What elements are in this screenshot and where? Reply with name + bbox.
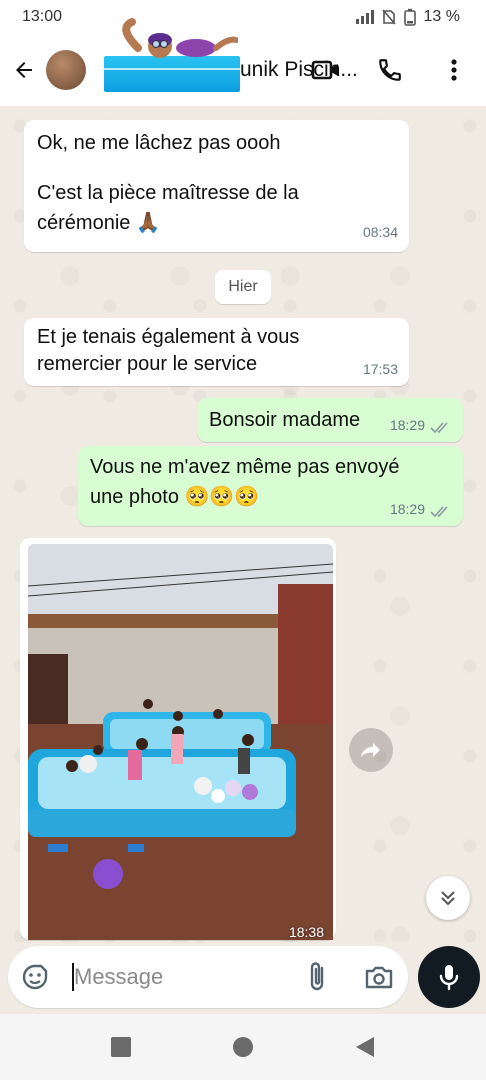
status-bar: 13:00 13 %: [0, 0, 486, 34]
video-call-button[interactable]: [308, 48, 344, 92]
chevron-double-down-icon: [441, 891, 455, 906]
scroll-to-bottom-button[interactable]: [426, 876, 470, 920]
back-arrow-icon: [16, 62, 32, 78]
video-call-icon: [311, 60, 338, 80]
status-time: 13:00: [22, 8, 63, 25]
nav-home-icon[interactable]: [232, 1036, 254, 1058]
signal-icon: [355, 10, 374, 24]
message-text-line: C'est la pièce maîtresse de la: [37, 182, 299, 204]
message-text-line: Vous ne m'avez même pas envoyé: [90, 456, 400, 478]
contact-name-block[interactable]: unik Piscin...: [90, 18, 358, 92]
sticker-icon[interactable]: [20, 962, 50, 992]
double-check-icon: [430, 506, 448, 518]
more-vert-icon: [451, 59, 457, 81]
outgoing-message[interactable]: Vous ne m'avez même pas envoyé une photo…: [78, 446, 463, 526]
attach-icon[interactable]: [304, 960, 332, 994]
message-text-line: remercier pour le service: [37, 353, 258, 375]
message-text-line: Ok, ne me lâchez pas oooh: [37, 132, 281, 154]
mic-icon: [439, 965, 459, 991]
back-button[interactable]: [2, 48, 46, 92]
message-text-line: cérémonie 🙏🏾: [37, 212, 161, 234]
message-time: 18:29: [389, 501, 425, 518]
chat-header: unik Piscin...: [0, 18, 486, 106]
message-text-line: une photo 🥺🥺🥺: [90, 486, 260, 508]
battery-percent: 13 %: [423, 8, 460, 25]
date-separator: Hier: [215, 270, 271, 304]
incoming-message[interactable]: Et je tenais également à vous remercier …: [24, 318, 409, 386]
incoming-photo-message[interactable]: 18:38: [20, 538, 336, 940]
forward-icon: [361, 743, 380, 757]
message-time: 18:29: [389, 417, 425, 434]
battery-icon: [403, 8, 416, 26]
system-nav-bar: [0, 1014, 486, 1080]
outgoing-message[interactable]: Bonsoir madame 18:29: [197, 398, 463, 442]
incoming-message[interactable]: Ok, ne me lâchez pas oooh C'est la pièce…: [24, 120, 409, 252]
contact-avatar[interactable]: [46, 50, 86, 90]
no-sim-icon: [381, 9, 396, 25]
more-options-button[interactable]: [436, 48, 472, 92]
header-actions: [308, 48, 472, 92]
nav-back-icon[interactable]: [354, 1035, 376, 1059]
message-text: Bonsoir madame: [209, 409, 361, 431]
message-text-line: Et je tenais également à vous: [37, 326, 300, 348]
nav-recents-icon[interactable]: [110, 1036, 132, 1058]
forward-button[interactable]: [349, 728, 393, 772]
chat-area[interactable]: Ok, ne me lâchez pas oooh C'est la pièce…: [0, 106, 486, 942]
message-input[interactable]: [74, 958, 294, 996]
message-time: 18:38: [288, 924, 324, 940]
voice-call-button[interactable]: [372, 48, 408, 92]
pool-photo[interactable]: [28, 544, 333, 940]
message-time: 08:34: [362, 224, 398, 241]
swimmer-emoji-icon: [122, 18, 238, 58]
double-check-icon: [430, 422, 448, 434]
phone-icon: [379, 59, 401, 81]
status-right: 13 %: [355, 8, 460, 26]
message-time: 17:53: [362, 361, 398, 378]
camera-icon[interactable]: [364, 962, 394, 992]
voice-record-button[interactable]: [418, 946, 480, 1008]
message-composer: [8, 946, 408, 1008]
